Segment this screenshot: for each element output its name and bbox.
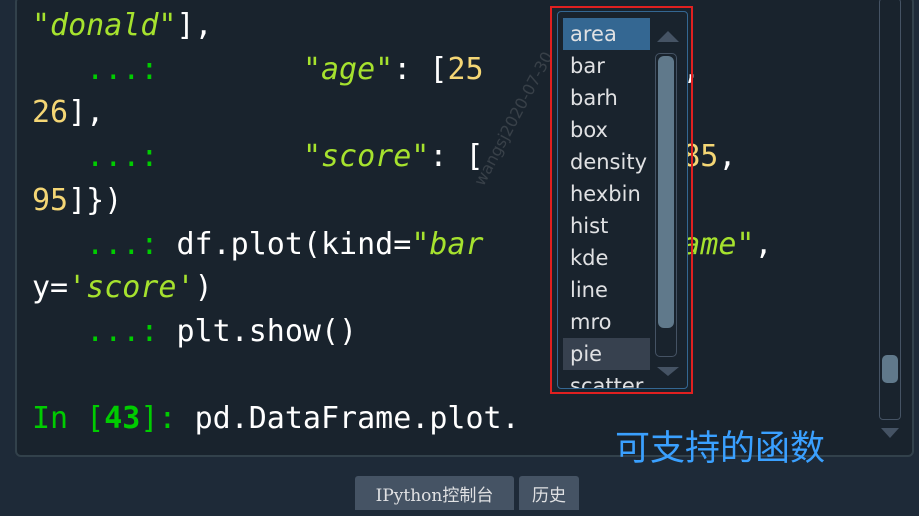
code-token: "score" xyxy=(302,139,430,175)
completion-scrollbar-thumb[interactable] xyxy=(658,56,674,328)
console-line: In [43]: pd.DataFrame.plot. xyxy=(32,399,520,439)
code-token: 26 xyxy=(32,95,69,131)
completion-item-area[interactable]: area xyxy=(563,18,650,50)
code-token: ...: xyxy=(32,139,303,175)
code-token: ...: xyxy=(32,313,177,349)
code-token: plt.show() xyxy=(176,313,358,349)
code-token: ]: xyxy=(140,401,195,437)
completion-scrollbar[interactable] xyxy=(654,17,680,376)
console-scrollbar[interactable] xyxy=(879,0,901,420)
code-token: pd.DataFrame.plot. xyxy=(194,401,520,437)
code-token: ...: xyxy=(32,226,177,262)
completion-item-scatter[interactable]: scatter xyxy=(563,370,650,388)
annotation-label: 可支持的函数 xyxy=(615,429,826,469)
scroll-down-arrow-icon[interactable] xyxy=(881,428,899,438)
code-token: "age" xyxy=(302,51,394,87)
code-token: , xyxy=(754,226,773,262)
console-line: "donald"], xyxy=(32,6,213,46)
completion-item-hexbin[interactable]: hexbin xyxy=(563,178,650,210)
code-token: "bar xyxy=(411,226,484,262)
code-token: ]}) xyxy=(68,182,123,218)
console-scrollbar-thumb[interactable] xyxy=(882,355,898,383)
console-line: 26], xyxy=(32,93,104,133)
tab-ipython-console[interactable]: IPython控制台 xyxy=(355,476,514,510)
code-token: 43 xyxy=(104,401,141,437)
completion-item-barh[interactable]: barh xyxy=(563,82,650,114)
code-token: y= xyxy=(32,270,69,306)
code-token: ame" xyxy=(682,226,755,262)
completion-scrollbar-track[interactable] xyxy=(655,53,677,357)
code-token: 95 xyxy=(32,182,69,218)
code-token: ], xyxy=(68,95,105,131)
completion-item-hist[interactable]: hist xyxy=(563,210,650,242)
bottom-tab-bar: IPython控制台 历史 xyxy=(0,474,919,513)
completion-item-line[interactable]: line xyxy=(563,274,650,306)
console-line: 95]}) xyxy=(32,181,122,221)
code-token: ) xyxy=(194,270,213,306)
console-line: ...: plt.show() xyxy=(32,312,357,352)
code-token: : [ xyxy=(393,51,448,87)
ipython-console[interactable]: "donald"], ...: "age": [25 28, 27,26], .… xyxy=(15,0,914,457)
console-line: y='score') xyxy=(32,268,213,308)
code-token: 25 xyxy=(447,51,484,87)
code-token: 'score' xyxy=(68,270,195,306)
completion-item-bar[interactable]: bar xyxy=(563,50,650,82)
code-token: In [ xyxy=(32,401,105,437)
completion-item-density[interactable]: density xyxy=(563,146,650,178)
tab-history[interactable]: 历史 xyxy=(519,476,579,510)
code-token: , xyxy=(718,139,737,175)
completion-item-mro[interactable]: mro xyxy=(563,306,650,338)
scroll-up-arrow-icon[interactable] xyxy=(657,31,679,42)
completion-popup[interactable]: area bar barh box density hexbin hist kde line mr… xyxy=(557,11,688,389)
code-token: "donald" xyxy=(32,8,177,43)
completion-item-kde[interactable]: kde xyxy=(563,242,650,274)
completion-item-box[interactable]: box xyxy=(563,114,650,146)
code-token: ], xyxy=(176,8,213,43)
completion-item-pie[interactable]: pie xyxy=(563,338,650,370)
code-token: df.plot(kind= xyxy=(176,226,412,262)
code-token: ...: xyxy=(32,51,303,87)
scroll-down-arrow-icon[interactable] xyxy=(657,367,679,376)
